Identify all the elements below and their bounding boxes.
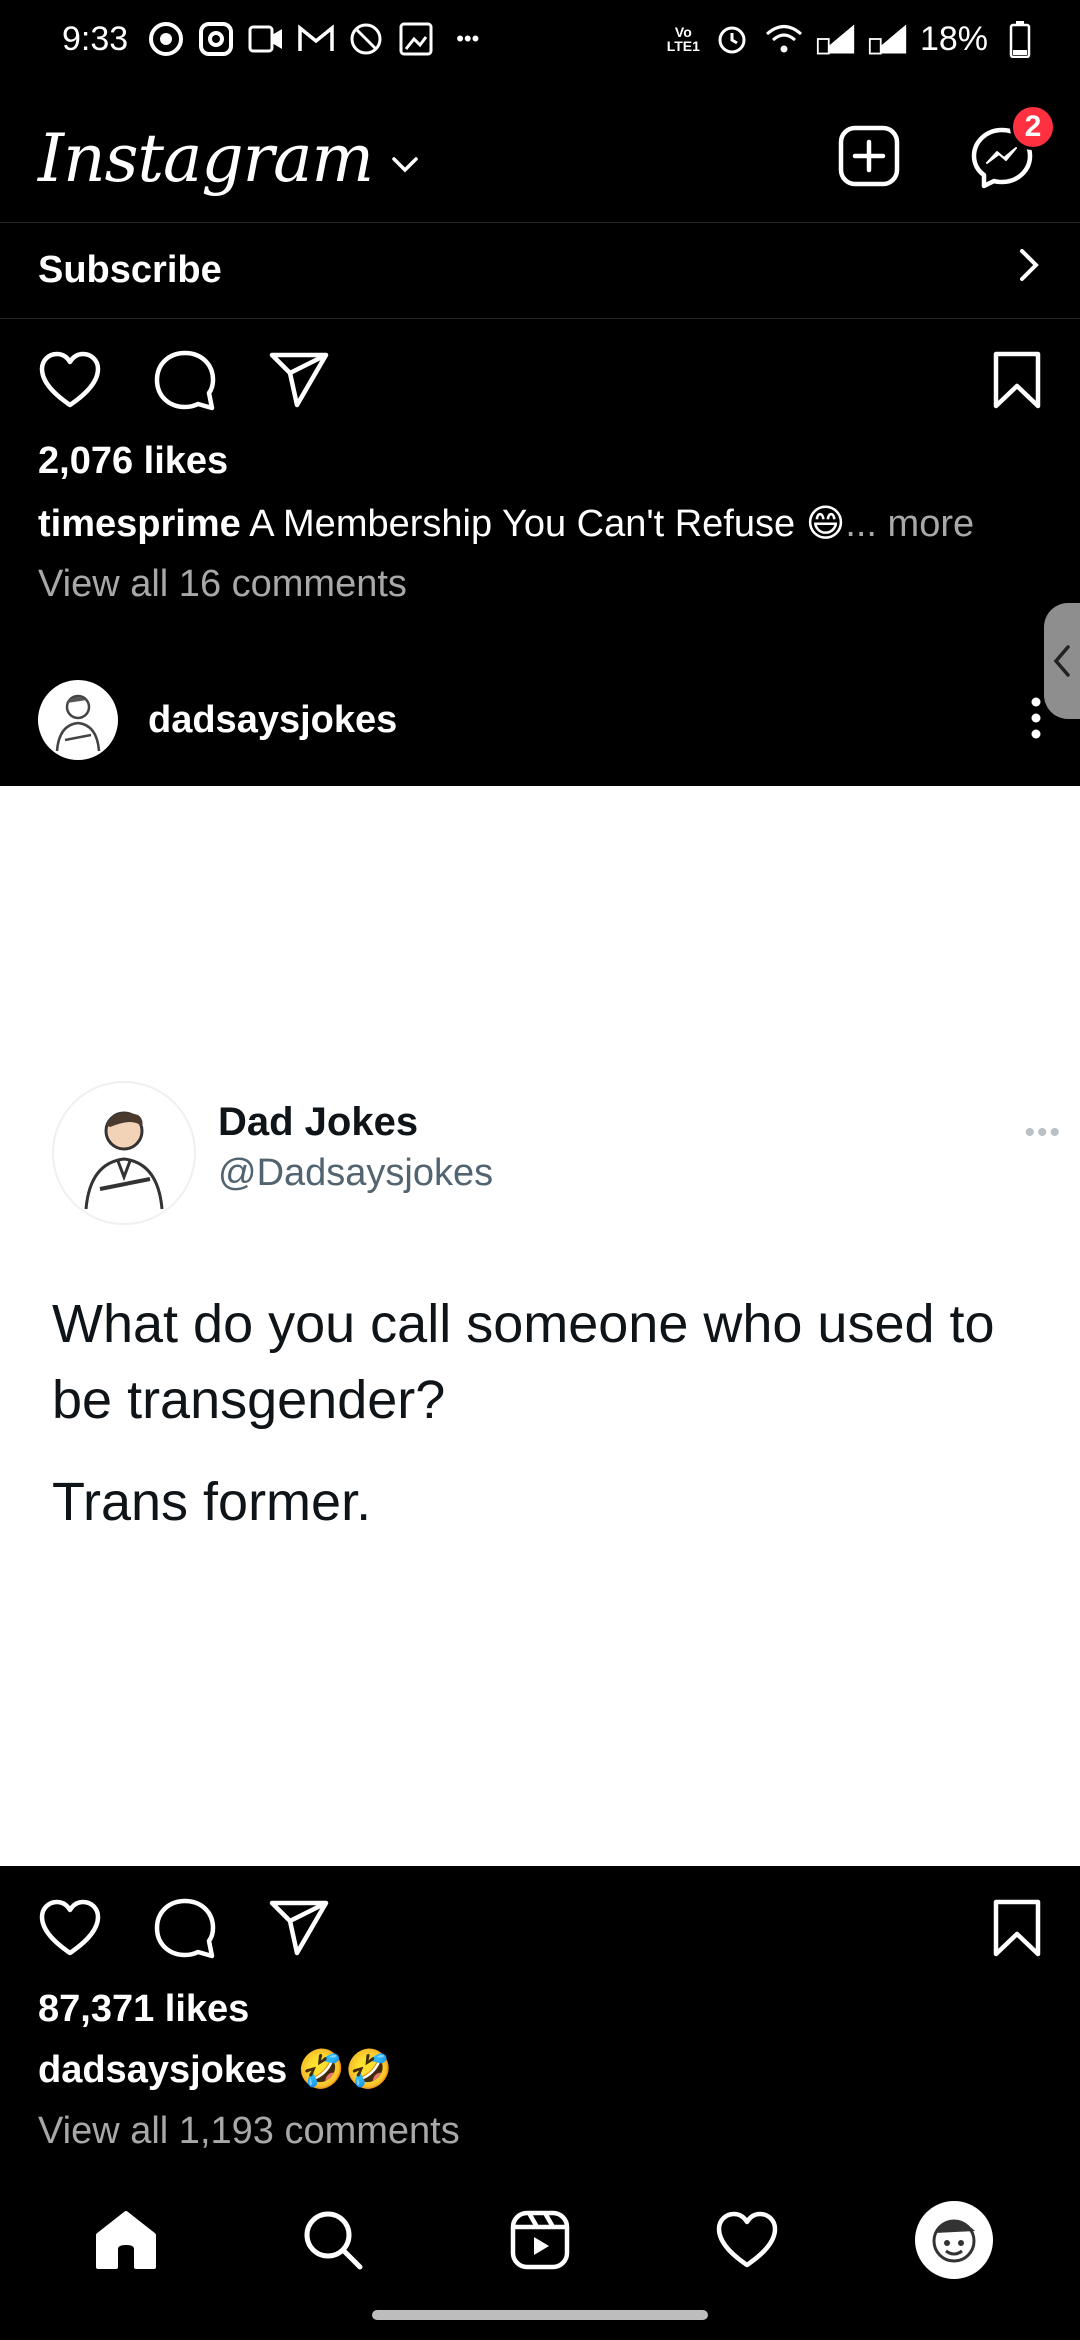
more-notifications-icon: ••• <box>456 26 480 51</box>
caption-text: A Membership You Can't Refuse 😄 <box>249 503 846 545</box>
app-notification-icon <box>196 19 236 59</box>
post2-image[interactable]: Dad Jokes @Dadsaysjokes ••• What do you … <box>0 786 1080 1866</box>
home-icon <box>95 2211 156 2269</box>
signal-sim1-icon <box>816 19 856 59</box>
status-time: 9:33 <box>62 19 129 58</box>
notification-badge: 2 <box>1010 104 1056 150</box>
save-icon[interactable] <box>992 350 1042 410</box>
tweet-text-question: What do you call someone who used to be … <box>52 1294 995 1430</box>
save-icon[interactable] <box>992 1898 1042 1958</box>
reels-icon <box>510 2210 570 2270</box>
do-not-disturb-icon <box>346 19 386 59</box>
home-indicator[interactable] <box>372 2310 708 2320</box>
divider <box>0 222 1080 223</box>
header-actions: 2 <box>838 104 1056 192</box>
post2-likes[interactable]: 87,371 likes <box>38 1988 249 2031</box>
instagram-logo[interactable]: Instagram <box>38 120 374 197</box>
like-icon[interactable] <box>38 1899 102 1957</box>
video-call-icon <box>246 19 286 59</box>
heart-icon <box>716 2211 778 2268</box>
comment-icon[interactable] <box>154 349 216 411</box>
share-icon[interactable] <box>268 351 330 409</box>
chevron-right-icon <box>1018 248 1040 292</box>
tweet-text-punchline: Trans former. <box>52 1472 372 1532</box>
post-actions <box>0 1878 1080 1978</box>
status-right: Vo LTE1 18% <box>667 19 1040 59</box>
post2-view-comments[interactable]: View all 1,193 comments <box>38 2110 460 2153</box>
nav-reels[interactable] <box>495 2195 585 2285</box>
post-actions <box>0 330 1080 430</box>
battery-icon <box>1000 19 1040 59</box>
subscribe-label: Subscribe <box>38 248 222 291</box>
avatar[interactable] <box>38 680 118 760</box>
post1-view-comments[interactable]: View all 16 comments <box>38 563 407 606</box>
caption-username[interactable]: timesprime <box>38 503 241 545</box>
comment-icon[interactable] <box>154 1897 216 1959</box>
tweet-display-name: Dad Jokes <box>218 1100 419 1144</box>
battery-percent: 18% <box>919 19 988 58</box>
subscribe-row[interactable]: Subscribe <box>0 224 1080 316</box>
profile-avatar <box>915 2201 994 2279</box>
post1-caption: timesprime A Membership You Can't Refuse… <box>38 501 974 546</box>
nav-home[interactable] <box>81 2195 171 2285</box>
chevron-down-icon[interactable] <box>391 156 419 179</box>
post2-header: dadsaysjokes <box>0 678 1080 762</box>
gallery-icon <box>396 19 436 59</box>
divider <box>0 318 1080 319</box>
volte-icon: Vo LTE1 <box>666 24 700 54</box>
caption-username[interactable]: dadsaysjokes <box>38 2049 287 2091</box>
post2-caption: dadsaysjokes 🤣🤣 <box>38 2048 392 2092</box>
post2-username[interactable]: dadsaysjokes <box>148 699 397 742</box>
share-icon[interactable] <box>268 1899 330 1957</box>
alarm-icon <box>712 19 752 59</box>
caption-text: 🤣🤣 <box>297 2049 393 2091</box>
wifi-icon <box>764 19 804 59</box>
nav-profile[interactable] <box>909 2195 999 2285</box>
new-post-icon[interactable] <box>838 125 900 192</box>
tweet-avatar <box>52 1081 196 1225</box>
more-options-icon[interactable] <box>1030 696 1042 745</box>
bottom-nav <box>0 2190 1080 2290</box>
app-header: Instagram 2 <box>0 96 1080 220</box>
post1-likes[interactable]: 2,076 likes <box>38 440 228 483</box>
search-icon <box>304 2211 363 2270</box>
gmail-icon <box>296 19 336 59</box>
tweet-more-icon: ••• <box>1024 1116 1062 1149</box>
tweet-handle: @Dadsaysjokes <box>218 1152 494 1194</box>
caption-more[interactable]: ... more <box>845 503 974 545</box>
messenger-button[interactable]: 2 <box>970 104 1056 190</box>
whatsapp-icon <box>146 19 186 59</box>
like-icon[interactable] <box>38 351 102 409</box>
status-left: 9:33 ••• <box>62 19 479 59</box>
signal-sim2-icon <box>868 19 908 59</box>
nav-search[interactable] <box>288 2195 378 2285</box>
chevron-left-icon <box>1053 645 1070 677</box>
nav-activity[interactable] <box>702 2195 792 2285</box>
status-bar: 9:33 ••• Vo LTE1 18% <box>0 0 1080 78</box>
